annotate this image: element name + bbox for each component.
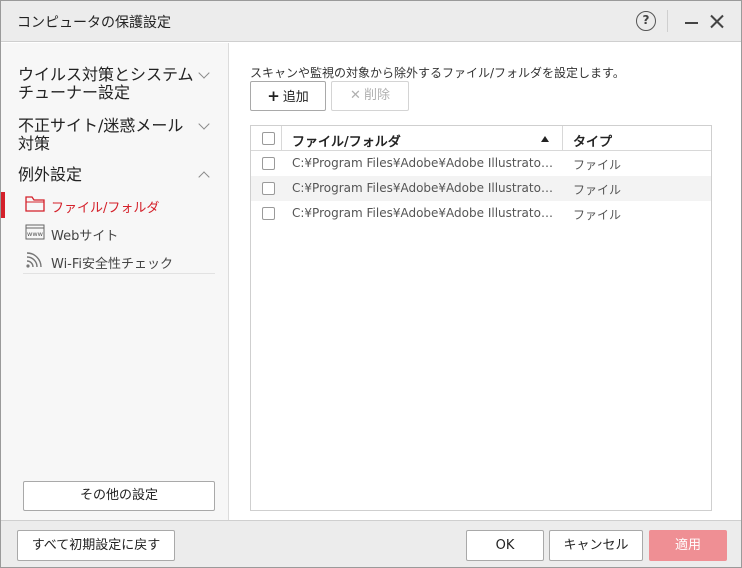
svg-text:www: www [27,230,44,238]
close-button[interactable] [709,14,725,30]
table-row[interactable]: C:¥Program Files¥Adobe¥Adobe Illustrator… [251,151,711,176]
delete-button[interactable]: ✕ 削除 [331,81,409,111]
row-checkbox[interactable] [262,182,275,195]
row-path: C:¥Program Files¥Adobe¥Adobe Illustrator… [292,181,554,195]
folder-icon [25,196,45,212]
reset-defaults-button[interactable]: すべて初期設定に戻す [17,530,175,561]
other-settings-button[interactable]: その他の設定 [23,481,215,511]
main-panel: スキャンや監視の対象から除外するファイル/フォルダを設定します。 + 追加 ✕ 削除… [230,43,741,520]
add-button-label: 追加 [282,90,309,105]
row-path: C:¥Program Files¥Adobe¥Adobe Illustrator… [292,156,554,170]
www-icon: www [25,224,45,240]
column-separator [281,126,282,151]
sidebar-divider [23,273,215,274]
help-button[interactable]: ? [636,11,656,31]
chevron-down-icon[interactable] [198,67,210,79]
ok-button[interactable]: OK [466,530,544,561]
title-bar: コンピュータの保護設定 ? [1,1,741,42]
row-path: C:¥Program Files¥Adobe¥Adobe Illustrator… [292,206,554,220]
nav-group-web-mail[interactable]: 不正サイト/迷惑メール対策 [18,117,198,153]
table-header: ファイル/フォルダ タイプ [251,126,711,151]
sidebar-item-label: Webサイト [51,229,119,244]
plus-icon: + [267,87,280,105]
column-header-file-folder[interactable]: ファイル/フォルダ [292,131,401,150]
nav-group-exceptions[interactable]: 例外設定 [18,166,198,184]
row-type: ファイル [573,183,622,197]
row-type: ファイル [573,158,622,172]
chevron-down-icon[interactable] [198,118,210,130]
chevron-up-icon[interactable] [198,171,210,183]
sidebar-item-website[interactable]: www Webサイト [1,220,228,246]
sidebar-item-label: Wi-Fi安全性チェック [51,257,174,272]
close-icon: ✕ [350,88,361,103]
exclusion-table: ファイル/フォルダ タイプ C:¥Program Files¥Adobe¥Ado… [250,125,712,511]
footer-bar: すべて初期設定に戻す OK キャンセル 適用 [1,520,741,567]
wifi-icon [26,252,42,268]
delete-button-label: 削除 [363,88,390,103]
settings-window: コンピュータの保護設定 ? ウイルス対策とシステムチューナー設定 不正サイト/迷… [0,0,742,568]
row-type: ファイル [573,208,622,222]
sidebar-item-label: ファイル/フォルダ [51,201,160,216]
sidebar: ウイルス対策とシステムチューナー設定 不正サイト/迷惑メール対策 例外設定 ファ… [1,43,229,520]
sidebar-item-file-folder[interactable]: ファイル/フォルダ [1,192,228,218]
sidebar-item-wifi-check[interactable]: Wi-Fi安全性チェック [1,248,228,274]
nav-group-label: 例外設定 [18,165,83,184]
row-checkbox[interactable] [262,157,275,170]
cancel-button[interactable]: キャンセル [549,530,643,561]
nav-group-label: 不正サイト/迷惑メール対策 [18,116,184,153]
titlebar-separator [667,10,668,32]
add-button[interactable]: + 追加 [250,81,326,111]
page-description: スキャンや監視の対象から除外するファイル/フォルダを設定します。 [250,66,625,80]
minimize-button[interactable] [684,12,700,30]
sort-ascending-icon [541,136,549,142]
column-header-type[interactable]: タイプ [573,131,612,150]
nav-group-virus-tuner[interactable]: ウイルス対策とシステムチューナー設定 [18,66,198,102]
select-all-checkbox[interactable] [262,132,275,145]
apply-button[interactable]: 適用 [649,530,727,561]
window-title: コンピュータの保護設定 [17,15,171,31]
row-checkbox[interactable] [262,207,275,220]
table-row[interactable]: C:¥Program Files¥Adobe¥Adobe Illustrator… [251,176,711,201]
nav-group-label: ウイルス対策とシステムチューナー設定 [18,65,194,102]
table-row[interactable]: C:¥Program Files¥Adobe¥Adobe Illustrator… [251,201,711,226]
column-separator [562,126,563,151]
